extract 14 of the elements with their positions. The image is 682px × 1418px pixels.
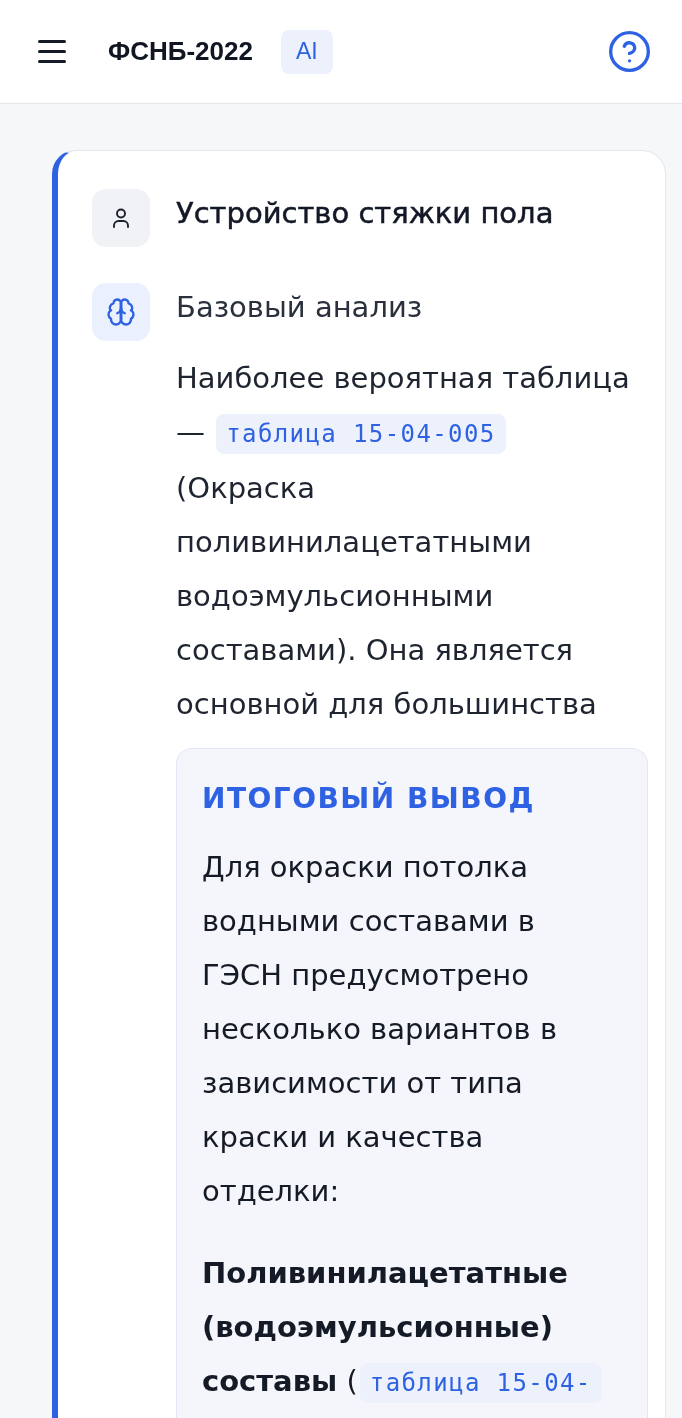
analysis-text: Наиболее вероятная таблица — таблица 15-04-005 (Окраска поливинилацетатными водоэмульсионными составами). Она является основной для большинства: [176, 360, 631, 723]
user-icon: [92, 189, 150, 247]
user-message: Устройство стяжки пола: [176, 195, 555, 232]
analysis-label: Базовый анализ: [176, 289, 424, 326]
menu-icon[interactable]: [38, 40, 66, 63]
conclusion-text: Для окраски потолка водными составами в ГЭСН предусмотрено несколько вариантов в зависимости от типа краски и качества отделки:: [202, 849, 558, 1210]
mode-badge: AI: [280, 29, 333, 74]
help-icon[interactable]: [609, 31, 650, 72]
conclusion-title: ИТОГОВЫЙ ВЫВОД: [202, 780, 536, 817]
conclusion-text: Поливинилацетатные (водоэмульсионные) составы ( таблица 15-04-: [202, 1246, 622, 1410]
app-title: ФСНБ-2022: [108, 36, 253, 67]
table-code: таблица 15-04-: [359, 1363, 602, 1403]
brain-icon: [92, 283, 150, 341]
table-code: таблица 15-04-005: [216, 414, 506, 454]
